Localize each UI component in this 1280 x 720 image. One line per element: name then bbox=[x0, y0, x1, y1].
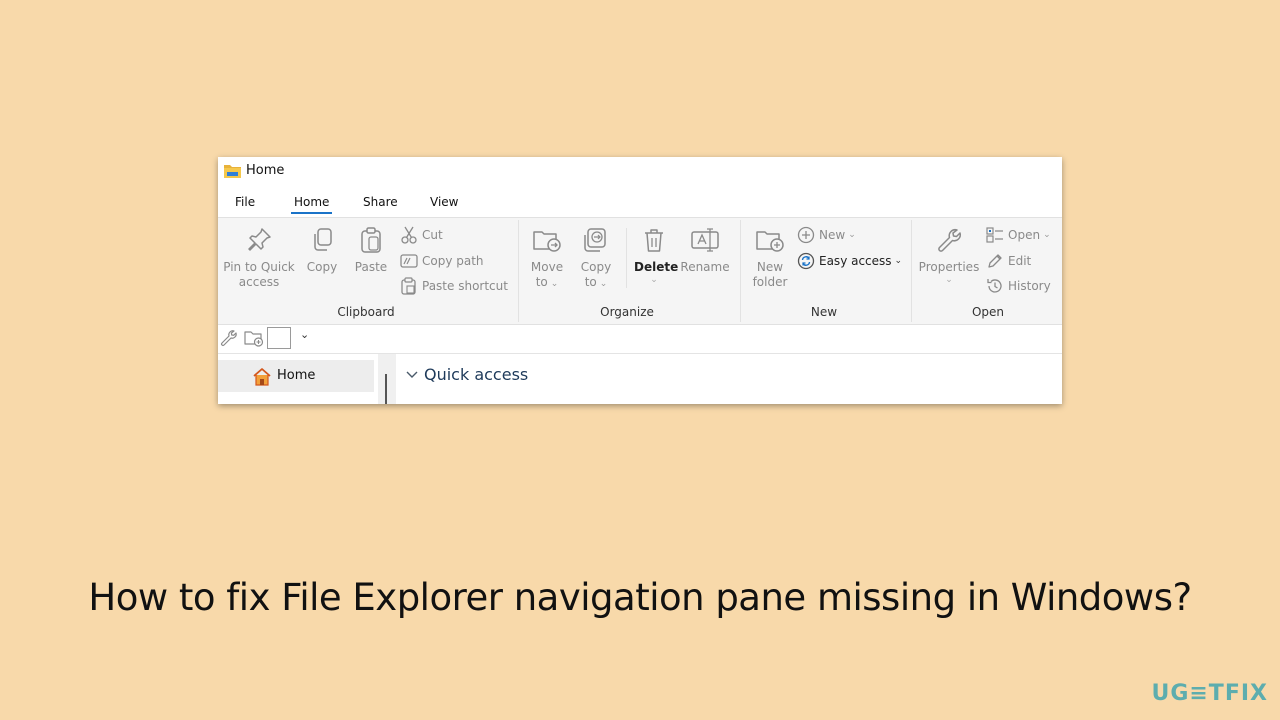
title-bar: Home bbox=[218, 157, 1062, 187]
ribbon: Pin to Quick access Copy Paste Cut Copy … bbox=[218, 217, 1062, 325]
new-folder-label-line1: New bbox=[756, 260, 784, 274]
pin-to-quick-access-button[interactable]: Pin to Quick access bbox=[222, 226, 296, 290]
new-folder-icon bbox=[756, 231, 784, 252]
tab-file[interactable]: File bbox=[235, 195, 255, 209]
chevron-down-icon: ⌄ bbox=[894, 256, 903, 266]
delete-label: Delete bbox=[634, 260, 679, 274]
organize-group-label: Organize bbox=[600, 305, 654, 319]
nav-home-label: Home bbox=[277, 368, 316, 383]
clipboard-group-label: Clipboard bbox=[337, 305, 395, 319]
new-folder-label-line2: folder bbox=[752, 275, 788, 289]
chevron-down-icon: ⌄ bbox=[550, 279, 559, 289]
paste-shortcut-label: Paste shortcut bbox=[422, 279, 508, 293]
home-icon bbox=[253, 368, 271, 386]
quick-access-header[interactable]: Quick access bbox=[424, 365, 528, 384]
clipboard-group: Pin to Quick access Copy Paste Cut Copy … bbox=[218, 218, 518, 324]
history-button[interactable]: History bbox=[986, 276, 1051, 296]
copy-to-icon bbox=[584, 228, 606, 252]
copy-to-button[interactable]: Copy to ⌄ bbox=[578, 226, 614, 292]
move-label-line1: Move bbox=[530, 260, 564, 274]
file-explorer-window: Home File Home Share View Pin to Quick ac… bbox=[218, 157, 1062, 404]
properties-button[interactable]: Properties ⌄ bbox=[918, 226, 980, 285]
qat-checkbox[interactable] bbox=[267, 327, 291, 349]
copy-icon bbox=[314, 228, 332, 251]
copy-path-icon bbox=[400, 254, 418, 268]
scissors-icon bbox=[401, 226, 417, 244]
tab-view[interactable]: View bbox=[430, 195, 458, 209]
copyto-label-line2: to bbox=[584, 275, 597, 289]
delete-button[interactable]: Delete ⌄ bbox=[634, 226, 679, 285]
cut-label: Cut bbox=[422, 228, 443, 242]
folder-icon bbox=[224, 165, 241, 178]
plus-circle-icon bbox=[797, 226, 815, 244]
history-label: History bbox=[1008, 279, 1051, 293]
chevron-down-icon: ⌄ bbox=[1043, 230, 1051, 240]
move-to-button[interactable]: Move to ⌄ bbox=[529, 226, 565, 292]
history-icon bbox=[987, 279, 1002, 293]
pin-label-line2: access bbox=[238, 275, 280, 289]
new-folder-icon[interactable] bbox=[244, 329, 264, 347]
chevron-down-icon: ⌄ bbox=[599, 279, 608, 289]
rename-icon bbox=[691, 228, 719, 252]
open-button[interactable]: Open ⌄ bbox=[986, 225, 1051, 245]
paste-icon bbox=[361, 227, 381, 253]
paste-shortcut-button[interactable]: Paste shortcut bbox=[400, 276, 508, 296]
tab-home[interactable]: Home bbox=[290, 195, 333, 214]
copy-path-label: Copy path bbox=[422, 254, 484, 268]
chevron-down-icon[interactable] bbox=[406, 370, 418, 380]
open-group: Properties ⌄ Open ⌄ Edit History Open bbox=[912, 218, 1062, 324]
copyto-label-line1: Copy bbox=[580, 260, 612, 274]
edit-label: Edit bbox=[1008, 254, 1032, 268]
nav-item-home[interactable]: Home bbox=[218, 360, 374, 392]
new-group: New folder New ⌄ Easy access ⌄ New bbox=[741, 218, 911, 324]
nav-scrollbar-track[interactable] bbox=[378, 354, 396, 404]
paste-shortcut-icon bbox=[401, 277, 416, 295]
ribbon-tabs: File Home Share View bbox=[218, 191, 1062, 217]
edit-button[interactable]: Edit bbox=[986, 251, 1031, 271]
paste-label: Paste bbox=[354, 260, 388, 274]
cut-button[interactable]: Cut bbox=[400, 225, 443, 245]
navigation-pane: Home bbox=[218, 354, 378, 404]
open-group-label: Open bbox=[971, 305, 1005, 319]
chevron-down-icon: ⌄ bbox=[650, 275, 658, 285]
watermark-logo: UG≡TFIX bbox=[1151, 681, 1268, 706]
organize-inner-separator bbox=[626, 228, 627, 288]
pencil-icon bbox=[988, 254, 1002, 268]
copy-button[interactable]: Copy bbox=[304, 226, 340, 275]
rename-button[interactable]: Rename bbox=[680, 226, 730, 275]
copy-label: Copy bbox=[306, 260, 338, 274]
open-label: Open bbox=[1008, 228, 1041, 242]
chevron-down-icon: ⌄ bbox=[945, 275, 953, 285]
easy-access-label: Easy access bbox=[819, 254, 892, 268]
move-to-icon bbox=[533, 231, 561, 252]
rename-label: Rename bbox=[680, 260, 730, 274]
content-pane: Quick access bbox=[396, 354, 1062, 404]
new-item-button[interactable]: New ⌄ bbox=[797, 225, 856, 245]
trash-icon bbox=[645, 229, 663, 252]
new-group-label: New bbox=[810, 305, 838, 319]
new-folder-button[interactable]: New folder bbox=[751, 226, 789, 290]
move-label-line2: to bbox=[535, 275, 548, 289]
article-caption: How to fix File Explorer navigation pane… bbox=[88, 576, 1192, 619]
properties-wrench-icon[interactable] bbox=[220, 329, 238, 347]
nav-scrollbar-thumb[interactable] bbox=[385, 374, 387, 404]
copy-path-button[interactable]: Copy path bbox=[400, 251, 484, 271]
properties-label: Properties bbox=[918, 260, 980, 274]
organize-group: Move to ⌄ Copy to ⌄ Delete ⌄ Rename Orga… bbox=[519, 218, 740, 324]
open-icon bbox=[986, 227, 1003, 243]
new-item-label: New bbox=[819, 228, 846, 242]
paste-button[interactable]: Paste bbox=[353, 226, 389, 275]
quick-access-toolbar: ⌄ bbox=[218, 324, 1062, 354]
pin-icon bbox=[248, 228, 271, 251]
easy-access-button[interactable]: Easy access ⌄ bbox=[797, 251, 902, 271]
qat-customize-chevron-icon[interactable]: ⌄ bbox=[300, 328, 309, 341]
chevron-down-icon: ⌄ bbox=[848, 230, 856, 240]
tab-share[interactable]: Share bbox=[363, 195, 398, 209]
pin-label-line1: Pin to Quick bbox=[223, 260, 295, 274]
wrench-icon bbox=[938, 228, 962, 252]
window-title: Home bbox=[246, 163, 285, 178]
easy-access-icon bbox=[797, 252, 815, 270]
